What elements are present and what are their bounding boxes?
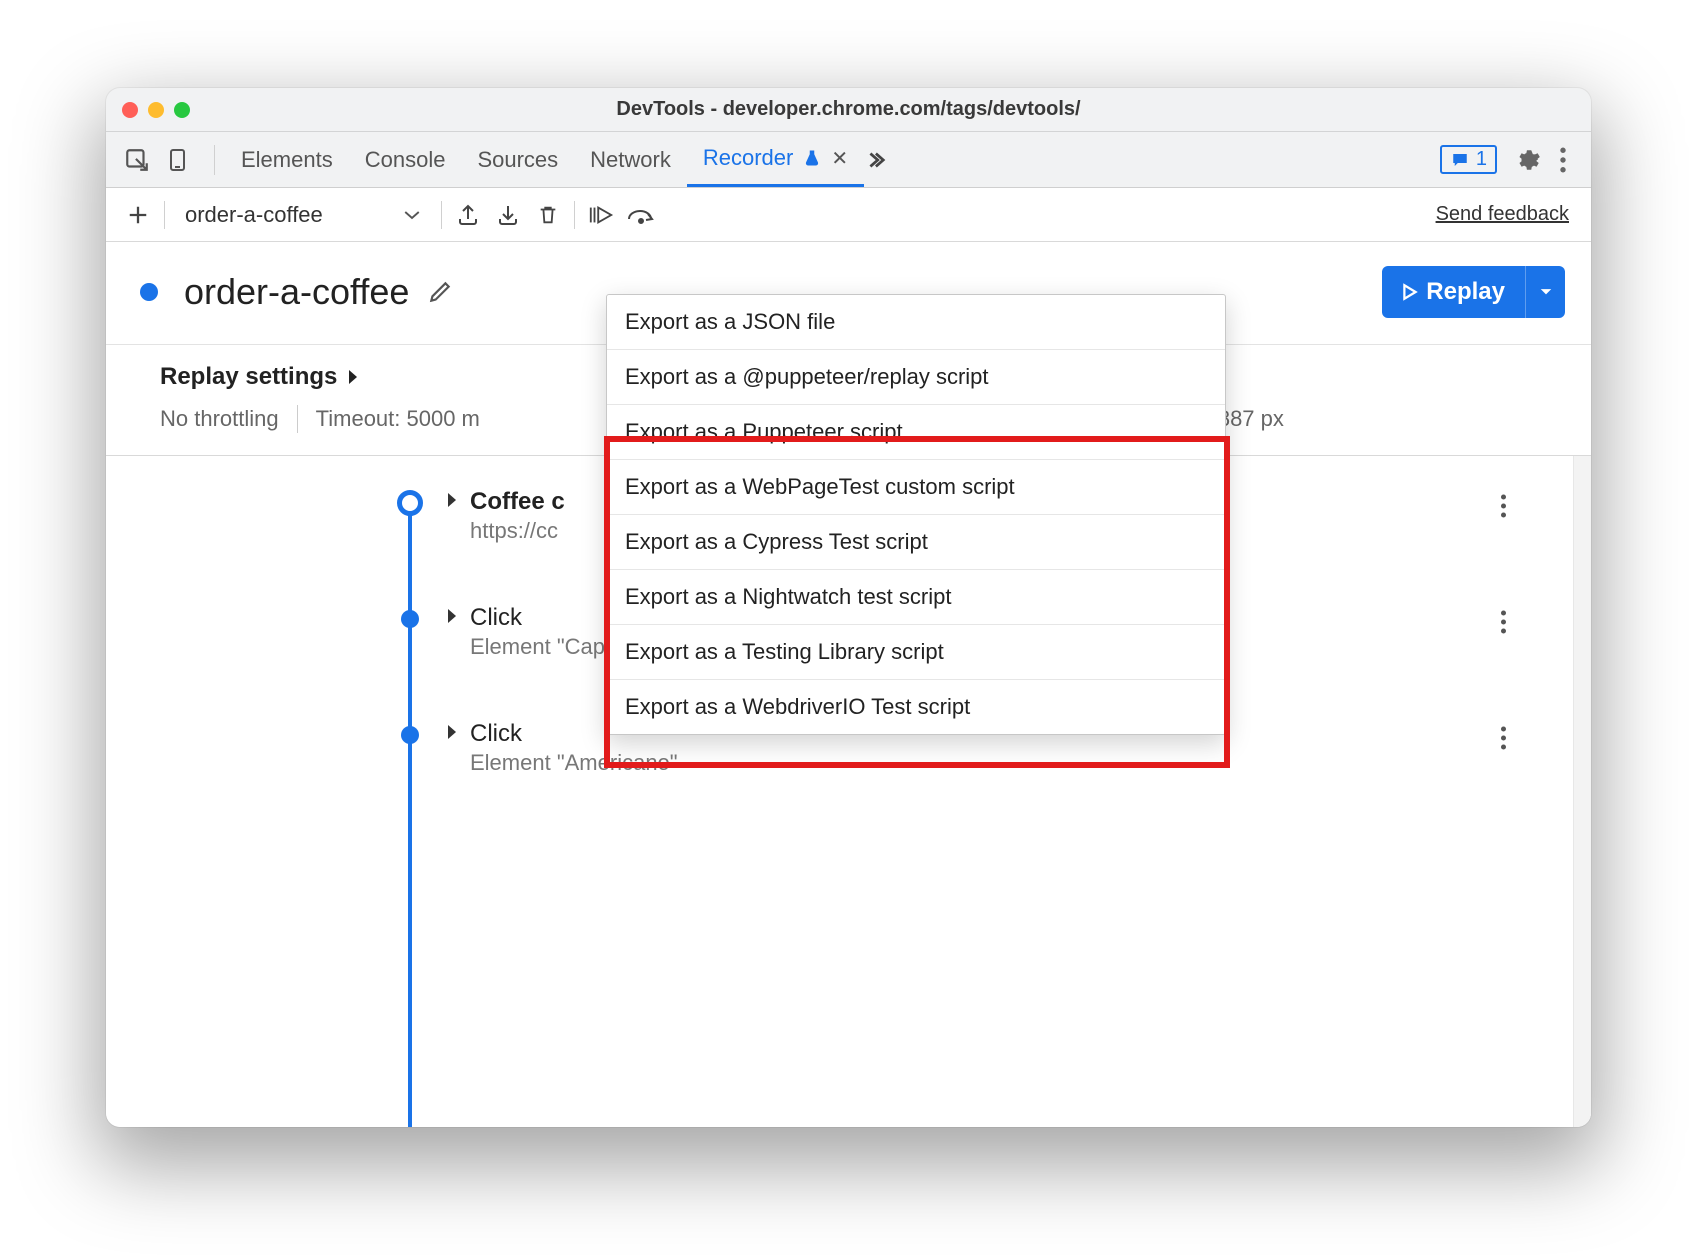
recording-title: order-a-coffee bbox=[184, 271, 409, 313]
export-nightwatch[interactable]: Export as a Nightwatch test script bbox=[607, 570, 1225, 625]
recording-select[interactable]: order-a-coffee bbox=[171, 202, 435, 228]
chevron-down-icon bbox=[403, 209, 421, 221]
timeline-node-solid bbox=[401, 726, 419, 744]
delete-icon[interactable] bbox=[528, 195, 568, 235]
step-menu-icon[interactable] bbox=[1500, 494, 1507, 518]
tab-console[interactable]: Console bbox=[349, 132, 462, 187]
timeline-node-open bbox=[397, 490, 423, 516]
timeout-value[interactable]: Timeout: 5000 m bbox=[316, 406, 480, 432]
expand-arrow-icon[interactable] bbox=[446, 724, 458, 740]
gear-icon[interactable] bbox=[1515, 147, 1541, 173]
step-menu-icon[interactable] bbox=[1500, 726, 1507, 750]
edit-name-icon[interactable] bbox=[427, 279, 453, 305]
window-titlebar: DevTools - developer.chrome.com/tags/dev… bbox=[106, 88, 1591, 132]
export-json[interactable]: Export as a JSON file bbox=[607, 295, 1225, 350]
tab-elements[interactable]: Elements bbox=[225, 132, 349, 187]
recording-select-label: order-a-coffee bbox=[185, 202, 323, 228]
close-tab-icon[interactable]: ✕ bbox=[831, 146, 848, 171]
panel-tabstrip: Elements Console Sources Network Recorde… bbox=[106, 132, 1591, 188]
export-icon[interactable] bbox=[448, 195, 488, 235]
export-testing-library[interactable]: Export as a Testing Library script bbox=[607, 625, 1225, 680]
import-icon[interactable] bbox=[488, 195, 528, 235]
scrollbar[interactable] bbox=[1573, 456, 1591, 1127]
replay-options-caret[interactable] bbox=[1525, 266, 1565, 318]
step-over-icon[interactable] bbox=[621, 195, 661, 235]
expand-arrow-icon[interactable] bbox=[446, 492, 458, 508]
recording-status-dot bbox=[140, 283, 158, 301]
devtools-window: DevTools - developer.chrome.com/tags/dev… bbox=[106, 88, 1591, 1127]
export-puppeteer[interactable]: Export as a Puppeteer script bbox=[607, 405, 1225, 460]
replay-button[interactable]: Replay bbox=[1382, 266, 1525, 318]
recorder-toolbar: order-a-coffee bbox=[106, 188, 1591, 242]
messages-badge[interactable]: 1 bbox=[1440, 145, 1497, 174]
tabs-overflow-icon[interactable] bbox=[864, 149, 894, 171]
timeline-node-solid bbox=[401, 610, 419, 628]
tab-recorder[interactable]: Recorder ✕ bbox=[687, 132, 864, 187]
throttling-value[interactable]: No throttling bbox=[160, 406, 279, 432]
expand-arrow-icon[interactable] bbox=[446, 608, 458, 624]
kebab-menu-icon[interactable] bbox=[1559, 147, 1567, 173]
window-title: DevTools - developer.chrome.com/tags/dev… bbox=[106, 98, 1591, 121]
timeline-line bbox=[408, 502, 412, 1127]
tab-network[interactable]: Network bbox=[574, 132, 687, 187]
step-replay-icon[interactable] bbox=[581, 195, 621, 235]
step-menu-icon[interactable] bbox=[1500, 610, 1507, 634]
inspect-icon[interactable] bbox=[124, 147, 150, 173]
export-cypress[interactable]: Export as a Cypress Test script bbox=[607, 515, 1225, 570]
device-toolbar-icon[interactable] bbox=[166, 147, 190, 173]
export-webpagetest[interactable]: Export as a WebPageTest custom script bbox=[607, 460, 1225, 515]
export-webdriverio[interactable]: Export as a WebdriverIO Test script bbox=[607, 680, 1225, 734]
flask-icon bbox=[803, 148, 821, 168]
send-feedback-link[interactable]: Send feedback bbox=[1436, 203, 1579, 226]
tab-sources[interactable]: Sources bbox=[461, 132, 574, 187]
export-menu: Export as a JSON file Export as a @puppe… bbox=[606, 294, 1226, 735]
new-recording-icon[interactable] bbox=[118, 195, 158, 235]
export-puppeteer-replay[interactable]: Export as a @puppeteer/replay script bbox=[607, 350, 1225, 405]
